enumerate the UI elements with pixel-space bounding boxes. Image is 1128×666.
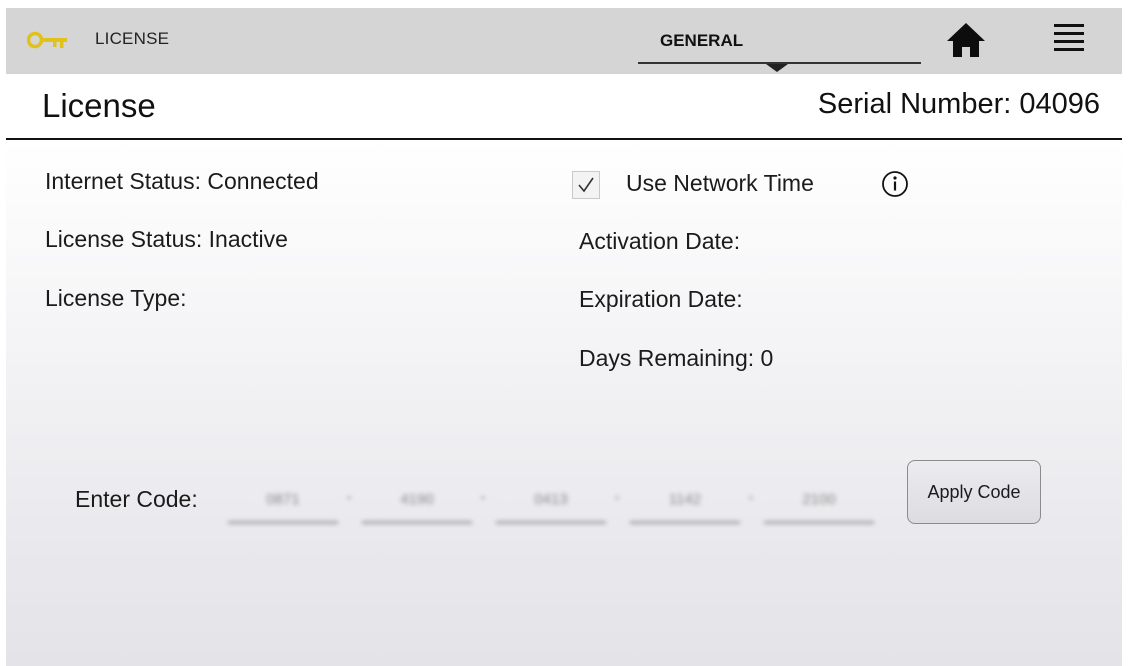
use-network-time-label: Use Network Time [626,170,814,196]
use-network-time-checkbox[interactable] [572,171,600,199]
code-field-3[interactable] [496,476,606,523]
checkmark-icon [578,177,594,193]
hamburger-menu-button[interactable] [1054,24,1084,58]
app-frame: LICENSE GENERAL License Serial Number: 0… [6,8,1122,666]
key-icon [27,31,67,49]
top-bar: LICENSE GENERAL [6,8,1122,74]
days-remaining: Days Remaining: 0 [579,345,774,371]
page-title: License [42,87,156,124]
license-type: License Type: [45,285,187,311]
section-label: LICENSE [95,29,170,48]
code-field-1[interactable] [228,476,338,523]
apply-code-button[interactable]: Apply Code [907,460,1041,524]
home-icon [947,23,985,57]
tab-general-label: GENERAL [660,31,744,50]
activation-date: Activation Date: [579,228,741,254]
home-button[interactable] [944,20,988,60]
enter-code-label: Enter Code: [75,486,198,512]
code-field-4[interactable] [630,476,740,523]
license-status: License Status: Inactive [45,226,288,252]
expiration-date: Expiration Date: [579,286,743,312]
code-separator: • [614,491,620,505]
internet-status: Internet Status: Connected [45,168,319,194]
code-field-2[interactable] [362,476,472,523]
hamburger-menu-icon [1054,24,1084,27]
code-field-5[interactable] [764,476,874,523]
tab-caret-icon [766,64,788,72]
info-icon[interactable] [880,169,910,199]
code-separator: • [480,491,486,505]
tab-general[interactable]: GENERAL [638,8,921,74]
code-separator: • [748,491,754,505]
serial-number: Serial Number: 04096 [817,88,1100,120]
page-header: License Serial Number: 04096 [6,74,1122,140]
code-separator: • [346,491,352,505]
license-content: Internet Status: Connected License Statu… [6,140,1122,666]
